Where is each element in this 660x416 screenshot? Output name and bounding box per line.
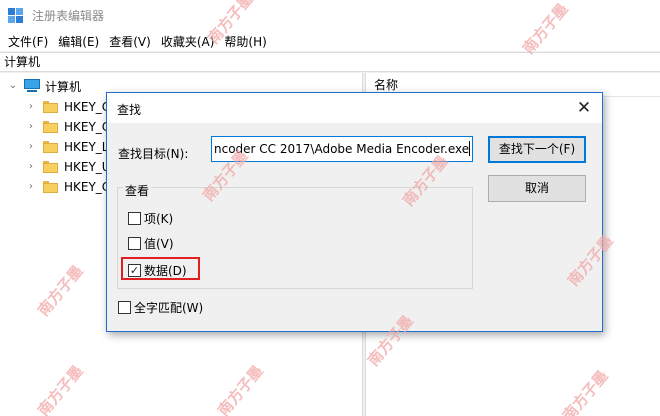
close-icon[interactable]: ✕ xyxy=(574,98,594,118)
chevron-down-icon[interactable]: ⌄ xyxy=(8,81,18,91)
chevron-right-icon[interactable]: › xyxy=(26,142,36,152)
chevron-right-icon[interactable]: › xyxy=(26,102,36,112)
tree-item-hkey[interactable]: › HKEY_LO xyxy=(26,137,118,157)
tree-item-hkey[interactable]: › HKEY_CL xyxy=(26,97,117,117)
chevron-right-icon[interactable]: › xyxy=(26,182,36,192)
tree-item-computer[interactable]: ⌄ 计算机 xyxy=(8,76,81,96)
menu-help[interactable]: 帮助(H) xyxy=(219,33,271,50)
find-target-label: 查找目标(N): xyxy=(118,147,189,161)
find-target-input[interactable]: ncoder CC 2017\Adobe Media Encoder.exe xyxy=(211,136,473,162)
dialog-titlebar: 查找 ✕ xyxy=(107,93,602,123)
folder-icon xyxy=(43,121,58,133)
window-title: 注册表编辑器 xyxy=(32,9,105,23)
folder-icon xyxy=(43,161,58,173)
option-keys[interactable]: 项(K) xyxy=(128,210,173,227)
address-bar[interactable]: 计算机 xyxy=(0,52,660,72)
chevron-right-icon[interactable]: › xyxy=(26,122,36,132)
option-values-label: 值(V) xyxy=(144,237,174,251)
chevron-right-icon[interactable]: › xyxy=(26,162,36,172)
menu-file[interactable]: 文件(F) xyxy=(3,33,53,50)
dialog-title: 查找 xyxy=(117,103,142,117)
checkbox-whole-word[interactable] xyxy=(118,301,131,314)
tree-item-label: 计算机 xyxy=(45,79,82,94)
menu-edit[interactable]: 编辑(E) xyxy=(53,33,104,50)
option-whole-word[interactable]: 全字匹配(W) xyxy=(118,299,203,316)
option-keys-label: 项(K) xyxy=(144,212,174,226)
find-next-button[interactable]: 查找下一个(F) xyxy=(488,136,586,163)
menu-bar: 文件(F) 编辑(E) 查看(V) 收藏夹(A) 帮助(H) xyxy=(0,31,660,51)
regedit-icon xyxy=(8,7,24,24)
computer-icon xyxy=(24,79,40,93)
menu-favorites[interactable]: 收藏夹(A) xyxy=(156,33,220,50)
window-titlebar: 注册表编辑器 xyxy=(0,0,660,31)
folder-icon xyxy=(43,141,58,153)
option-whole-word-label: 全字匹配(W) xyxy=(134,301,204,315)
cancel-button[interactable]: 取消 xyxy=(488,175,586,202)
menu-view[interactable]: 查看(V) xyxy=(104,33,156,50)
folder-icon xyxy=(43,181,58,193)
text-caret xyxy=(469,141,471,156)
checkbox-values[interactable] xyxy=(128,237,141,250)
option-values[interactable]: 值(V) xyxy=(128,235,174,252)
look-at-group-title: 查看 xyxy=(123,182,152,199)
find-dialog: 查找 ✕ 查找目标(N): ncoder CC 2017\Adobe Media… xyxy=(106,92,603,332)
checkbox-keys[interactable] xyxy=(128,212,141,225)
find-target-value: ncoder CC 2017\Adobe Media Encoder.exe xyxy=(214,142,470,156)
highlight-box xyxy=(121,257,200,280)
tree-item-hkey[interactable]: › HKEY_US xyxy=(26,157,118,177)
folder-icon xyxy=(43,101,58,113)
